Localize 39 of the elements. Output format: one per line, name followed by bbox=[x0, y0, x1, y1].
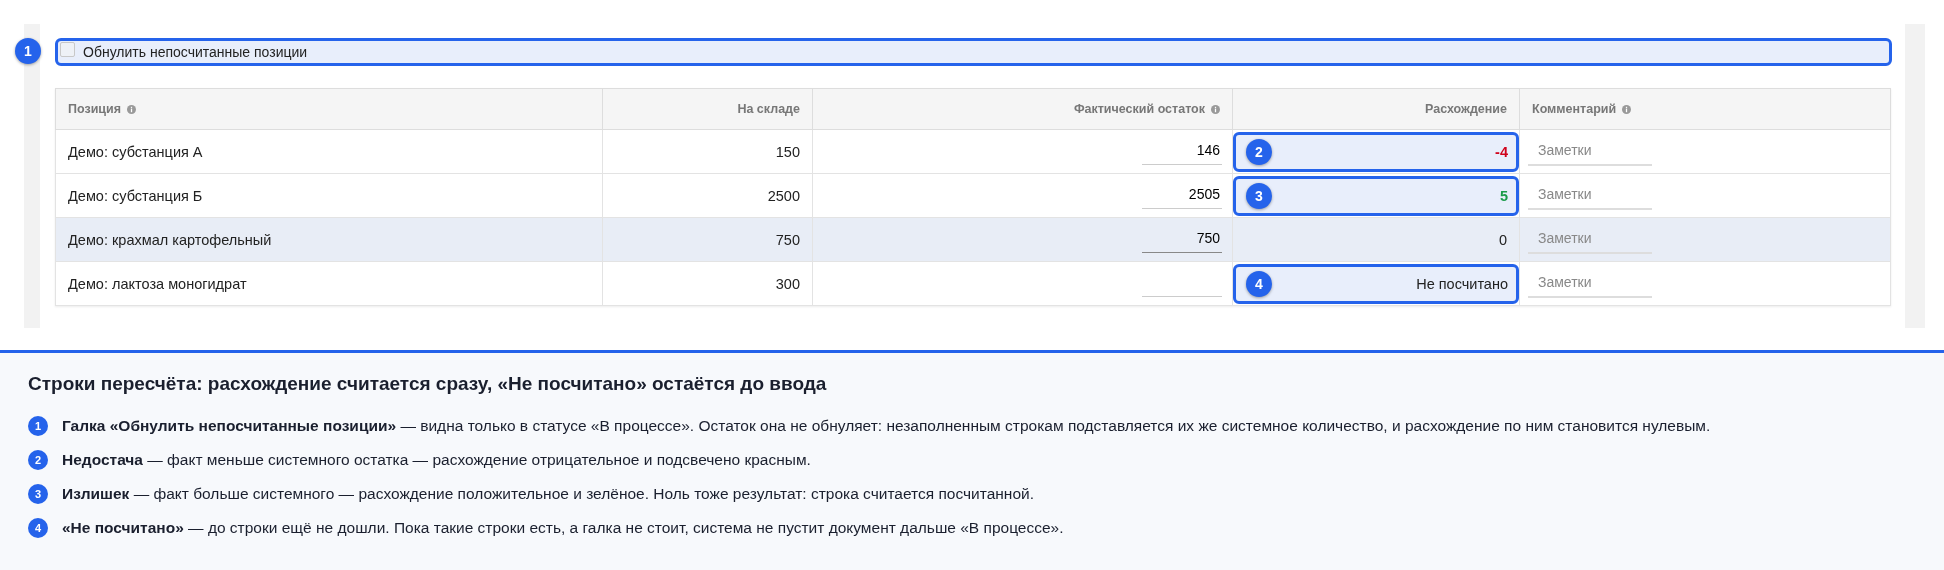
legend-text: «Не посчитано» — до строки ещё не дошли. Пока такие строки есть, а галка не стоит, система не пустит документ дальше «В процессе». bbox=[62, 519, 1064, 537]
callout-badge: 2 bbox=[1246, 138, 1272, 165]
position-name: Демо: лактоза моногидрат bbox=[68, 275, 247, 292]
actual-quantity-field[interactable]: 750 bbox=[1142, 226, 1222, 253]
checkbox-label: Обнулить непосчитанные позиции bbox=[83, 44, 308, 60]
column-header: Позиция bbox=[68, 102, 121, 116]
discrepancy-value: 5 bbox=[1499, 187, 1508, 204]
legend-text: Галка «Обнулить непосчитанные позиции» — видна только в статусе «В процессе». Остаток она не обнуляет: незаполненным строкам подставляется их же системное количество, и расхождение по ним становится нулевым. bbox=[62, 417, 1711, 435]
position-name: Демо: субстанция Б bbox=[68, 187, 203, 204]
position-name: Демо: субстанция А bbox=[68, 143, 203, 160]
info-icon bbox=[1211, 104, 1220, 114]
checkbox[interactable] bbox=[60, 42, 75, 57]
legend-text: Излишек — факт больше системного — расхождение положительное и зелёное. Ноль тоже результат: строка считается посчитанной. bbox=[62, 485, 1034, 503]
callout-badge: 4 bbox=[1246, 270, 1272, 297]
callout-badge: 3 bbox=[1246, 182, 1272, 209]
discrepancy-value: Не посчитано bbox=[1416, 275, 1508, 292]
actual-quantity-field[interactable]: 146 bbox=[1142, 138, 1222, 165]
stock-quantity: 2500 bbox=[767, 187, 800, 204]
number-badge: 3 bbox=[28, 484, 48, 504]
column-header: На складе bbox=[737, 102, 800, 116]
stock-quantity: 750 bbox=[775, 231, 800, 248]
callout-badge: 1 bbox=[15, 38, 41, 64]
position-name: Демо: крахмал картофельный bbox=[68, 231, 272, 248]
number-badge: 1 bbox=[28, 416, 48, 436]
discrepancy-value: 0 bbox=[1498, 231, 1507, 248]
info-icon bbox=[127, 104, 136, 114]
reset-checkbox-row[interactable]: Обнулить непосчитанные позиции bbox=[55, 38, 1892, 66]
column-header: Фактический остаток bbox=[1073, 102, 1205, 116]
legend-text: Недостача — факт меньше системного остатка — расхождение отрицательное и подсвечено красным. bbox=[62, 451, 811, 469]
stock-quantity: 150 bbox=[775, 143, 800, 160]
column-header: Расхождение bbox=[1425, 102, 1507, 116]
number-badge: 2 bbox=[28, 450, 48, 470]
column-header: Комментарий bbox=[1532, 102, 1617, 116]
legend-title: Строки пересчёта: расхождение считается сразу, «Не посчитано» остаётся до ввода bbox=[28, 373, 828, 395]
stock-quantity: 300 bbox=[775, 275, 800, 292]
discrepancy-value: -4 bbox=[1495, 143, 1508, 160]
actual-quantity-field[interactable]: 2505 bbox=[1142, 182, 1222, 209]
info-icon bbox=[1622, 104, 1632, 114]
number-badge: 4 bbox=[28, 518, 48, 538]
